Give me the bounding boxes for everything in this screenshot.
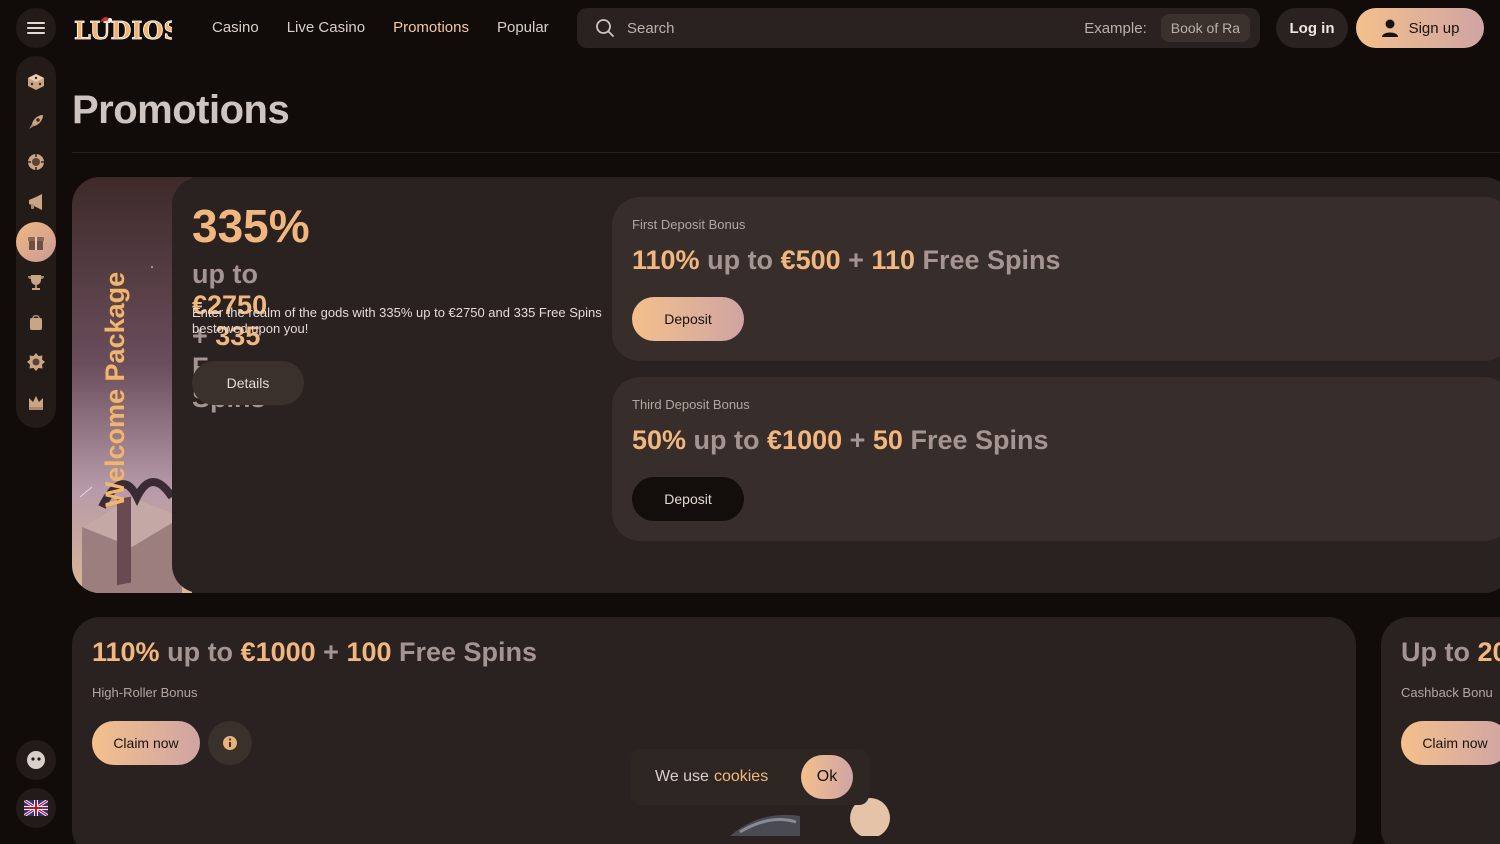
search-example-chip[interactable]: Book of Ra [1160,14,1250,42]
deposit-spins-text: Free Spins [902,425,1049,455]
nav-live-casino[interactable]: Live Casino [287,19,365,36]
promo-title: Up to 20 [1401,637,1500,668]
poker-chip-icon [28,154,44,170]
deposit-plus: + [840,245,872,275]
info-icon [223,736,237,750]
cookie-ok-button[interactable]: Ok [801,755,853,799]
promo-spins-text: Free Spins [391,637,538,667]
sidebar-item-loyalty[interactable] [16,342,56,382]
language-selector[interactable] [16,788,56,828]
promo-title-highlight: 20 [1477,637,1500,667]
page-title: Promotions [72,88,290,132]
deposit-spins-count: 110 [871,245,915,275]
title-divider [72,152,1500,153]
claim-now-button[interactable]: Claim now [92,721,200,765]
sidebar-item-news[interactable] [16,182,56,222]
details-button[interactable]: Details [192,361,304,405]
nav-popular[interactable]: Popular [497,19,549,36]
promo-spins-count: 100 [346,637,392,667]
deposit-upto: up to [699,245,781,275]
promo-title-prefix: Up to [1401,637,1478,667]
welcome-upto: up to [192,259,258,289]
trophy-icon [28,275,44,290]
deposit-button[interactable]: Deposit [632,477,744,521]
uk-flag-icon [24,800,48,816]
deposit-label: First Deposit Bonus [632,217,746,232]
dice-icon [28,74,44,90]
badge-icon [27,353,45,371]
crown-icon [29,396,43,410]
deposit-percent: 50% [632,425,687,455]
deposit-amount: €500 [780,245,841,275]
rocket-icon [29,115,43,129]
deposit-button[interactable]: Deposit [632,297,744,341]
search-bar: Example: Book of Ra [577,8,1260,48]
site-logo[interactable]: LUDIOS [72,12,182,46]
promo-subtitle: Cashback Bonu [1401,685,1493,700]
search-input[interactable] [627,19,1085,37]
sidebar-item-vip[interactable] [16,382,56,422]
welcome-description: Enter the realm of the gods with 335% up… [192,305,602,336]
chat-button[interactable] [16,740,56,780]
login-button[interactable]: Log in [1276,8,1348,48]
first-deposit-card: First Deposit Bonus 110% up to €500 + 11… [612,197,1500,361]
sidebar [16,8,56,428]
welcome-percent: 335% [192,200,310,252]
sidebar-item-dice[interactable] [16,62,56,102]
promo-title: 110% up to €1000 + 100 Free Spins [92,637,537,668]
sidebar-categories-group [16,56,56,428]
high-roller-card: 110% up to €1000 + 100 Free Spins High-R… [72,617,1356,844]
promo-percent: 110% [92,637,160,667]
cookie-banner: We use cookies Ok [631,749,869,805]
info-button[interactable] [208,721,252,765]
third-deposit-card: Third Deposit Bonus 50% up to €1000 + 50… [612,377,1500,541]
main-nav: Casino Live Casino Promotions Popular [212,19,549,36]
promo-plus: + [315,637,347,667]
cookie-text: We use [655,768,709,785]
svg-text:LUDIOS: LUDIOS [74,16,172,45]
deposit-label: Third Deposit Bonus [632,397,750,412]
sidebar-item-crash[interactable] [16,102,56,142]
deposit-plus: + [842,425,873,455]
deposit-percent: 110% [632,245,700,275]
deposit-upto: up to [686,425,768,455]
promo-subtitle: High-Roller Bonus [92,685,198,700]
signup-label: Sign up [1408,19,1460,37]
deposit-spins-count: 50 [872,425,903,455]
user-icon [1381,19,1398,37]
promo-amount: €1000 [240,637,316,667]
nav-promotions[interactable]: Promotions [393,19,469,36]
menu-button[interactable] [16,8,56,48]
shopping-bag-icon [30,314,42,330]
search-icon [596,19,614,37]
cashback-card: Up to 20 Cashback Bonu Claim now [1381,617,1500,844]
sidebar-item-tournaments[interactable] [16,262,56,302]
welcome-package-label: Welcome Package [100,271,130,507]
deposit-title: 110% up to €500 + 110 Free Spins [632,245,1061,276]
sidebar-item-shop[interactable] [16,302,56,342]
deposit-amount: €1000 [767,425,843,455]
chat-icon [27,751,45,769]
search-example-label: Example: [1084,19,1147,37]
sidebar-item-promotions[interactable] [16,222,56,262]
hamburger-icon [27,22,45,34]
deposit-spins-text: Free Spins [914,245,1061,275]
app-root: LUDIOS Casino Live Casino Promotions Pop… [0,0,1500,844]
megaphone-icon [29,194,42,210]
promo-upto: up to [159,637,241,667]
welcome-package-card: Welcome Package 335% up to €2750 + 335 F… [72,177,1500,593]
gift-icon [28,237,44,250]
claim-now-button[interactable]: Claim now [1401,721,1500,765]
nav-casino[interactable]: Casino [212,19,259,36]
sidebar-item-table-games[interactable] [16,142,56,182]
cookie-link[interactable]: cookies [714,768,768,786]
deposit-title: 50% up to €1000 + 50 Free Spins [632,425,1049,456]
signup-button[interactable]: Sign up [1356,8,1484,48]
